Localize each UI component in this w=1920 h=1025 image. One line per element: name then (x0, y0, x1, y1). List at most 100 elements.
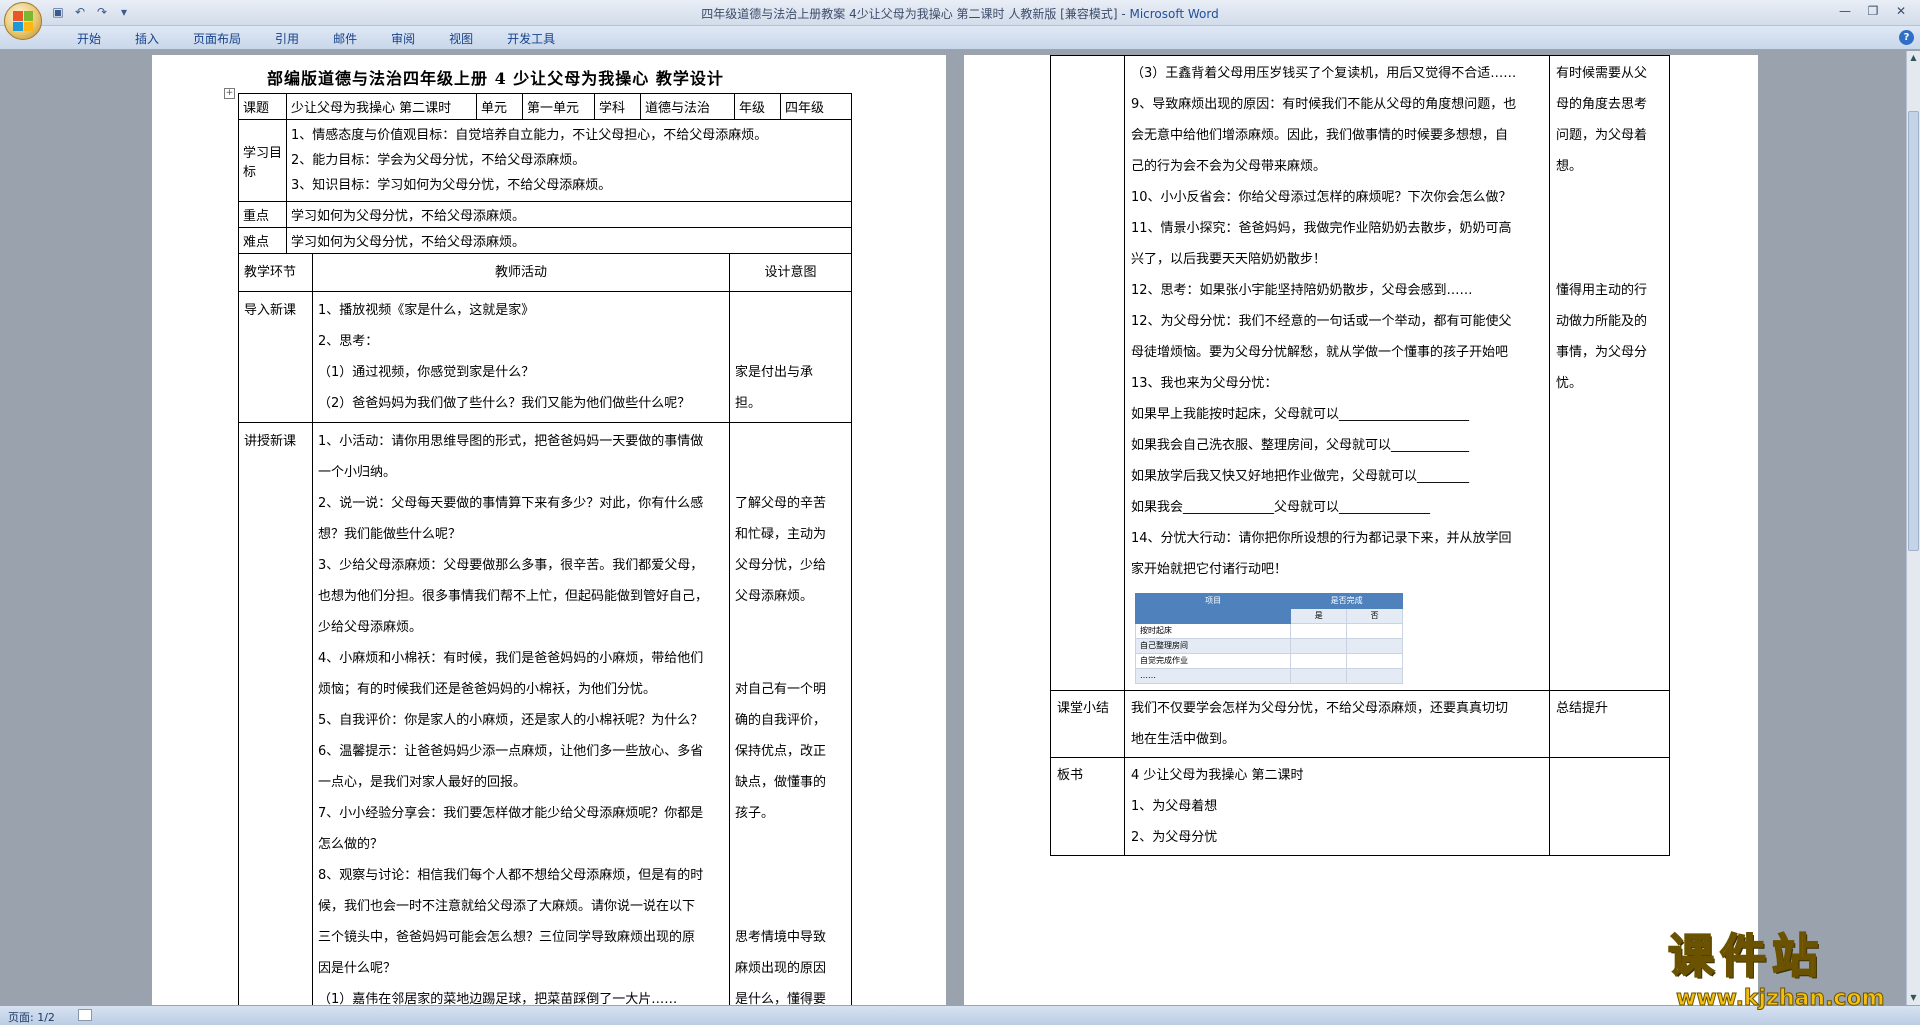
text-line (1556, 461, 1663, 492)
text-line: 一个小归纳。 (318, 465, 397, 480)
proofing-icon[interactable] (78, 1009, 92, 1021)
text-line: 事情，为父母分 (1556, 345, 1648, 360)
grade-value: 四年级 (780, 93, 852, 120)
restore-icon[interactable]: ❐ (1860, 2, 1886, 20)
text-line: 母的角度去思考 (1556, 97, 1648, 112)
text-line: 我们不仅要学会怎样为父母分忧，不给父母添麻烦，还要真真切切 (1131, 701, 1509, 716)
text-line: 了解父母的辛苦 (735, 496, 827, 511)
watermark-url: www.kjzhan.com (1676, 986, 1886, 1012)
text-line (735, 295, 846, 326)
col-header-intent: 设计意图 (729, 253, 852, 292)
text-line: 少给父母添麻烦。 (318, 620, 423, 635)
lesson-table-continued: （3）王鑫背着父母用压岁钱买了个复读机，用后又觉得不合适…… 9、导致麻烦出现的原… (1050, 55, 1670, 856)
text-line: 想。 (1556, 159, 1583, 174)
col-header-stage: 教学环节 (238, 253, 313, 292)
checklist-cell (1346, 638, 1403, 654)
checklist-cell (1290, 668, 1348, 684)
tab-developer[interactable]: 开发工具 (490, 30, 572, 47)
text-line: 14、分忧大行动：请你把你所设想的行为都记录下来，并从放学回 (1131, 531, 1512, 546)
text-line: 想？我们能做些什么呢？ (318, 527, 462, 542)
text-line: （2）爸爸妈妈为我们做了些什么？我们又能为他们做些什么呢？ (318, 396, 691, 411)
checklist-col-item: 项目 (1134, 593, 1292, 624)
text-line: 父母添麻烦。 (735, 589, 814, 604)
text-line: 地在生活中做到。 (1131, 732, 1236, 747)
text-line: 1、为父母着想 (1131, 799, 1218, 814)
goal-line: 2、能力目标：学会为父母分忧，不给父母添麻烦。 (291, 153, 586, 168)
text-line (735, 612, 846, 643)
header-table: 课题 少让父母为我操心 第二课时 单元 第一单元 学科 道德与法治 年级 四年级… (238, 93, 852, 254)
lesson-table: 教学环节 教师活动 设计意图 导入新课 1、播放视频《家是什么，这就是家》 2、… (238, 253, 852, 1005)
lecture-intent: 了解父母的辛苦 和忙碌，主动为 父母分忧，少给 父母添麻烦。 对自己有一个明 确的自我评… (729, 422, 852, 1005)
document-workspace: + 部编版道德与法治四年级上册 4 少让父母为我操心 教学设计 课题 少让父母为… (0, 51, 1906, 1005)
text-line: 如果早上我能按时起床，父母就可以____________________ (1131, 407, 1470, 422)
text-line: 家开始就把它付诸行动吧！ (1131, 562, 1288, 577)
text-line: 如果我会______________父母就可以______________ (1131, 500, 1431, 515)
window-controls: — ❐ ✕ (1832, 2, 1914, 20)
tab-references[interactable]: 引用 (258, 30, 316, 47)
intro-label: 导入新课 (238, 291, 313, 423)
tab-view[interactable]: 视图 (432, 30, 490, 47)
text-line: 因是什么呢？ (318, 961, 397, 976)
help-icon[interactable]: ? (1899, 30, 1914, 45)
lecture-label: 讲授新课 (238, 422, 313, 1005)
col-header-activity: 教师活动 (312, 253, 730, 292)
goal-line: 1、情感态度与价值观目标：自觉培养自立能力，不让父母担心，不给父母添麻烦。 (291, 128, 768, 143)
text-line (1556, 213, 1663, 244)
tab-page-layout[interactable]: 页面布局 (176, 30, 258, 47)
topic-label: 课题 (238, 93, 287, 120)
tab-home[interactable]: 开始 (60, 30, 118, 47)
tab-insert[interactable]: 插入 (118, 30, 176, 47)
text-line: （1）嘉伟在邻居家的菜地边踢足球，把菜苗踩倒了一大片…… (318, 992, 678, 1005)
goal-line: 3、知识目标：学习如何为父母分忧，不给父母添麻烦。 (291, 178, 612, 193)
text-line: 懂得用主动的行 (1556, 283, 1648, 298)
document-page-1[interactable]: + 部编版道德与法治四年级上册 4 少让父母为我操心 教学设计 课题 少让父母为… (152, 55, 946, 1005)
table-move-handle-icon[interactable]: + (224, 88, 235, 99)
text-line (1556, 492, 1663, 523)
text-line: 家是付出与承 (735, 365, 814, 380)
scroll-down-icon[interactable]: ▼ (1907, 991, 1920, 1005)
checklist-cell (1290, 623, 1348, 639)
text-line (735, 426, 846, 457)
text-line: 保持优点，改正 (735, 744, 827, 759)
checklist-table: 项目 是否完成 是 否 按时起床 自己整理房间 自觉完成作业 …… (1134, 593, 1403, 684)
document-title: 四年级道德与法治上册教案 4少让父母为我操心 第二课时 人教新版 [兼容模式] … (701, 7, 1130, 21)
text-line (1556, 430, 1663, 461)
text-line: 问题，为父母着 (1556, 128, 1648, 143)
text-line: 11、情景小探究：爸爸妈妈，我做完作业陪奶奶去散步，奶奶可高 (1131, 221, 1512, 236)
minimize-icon[interactable]: — (1832, 2, 1858, 20)
checklist-row: 自己整理房间 (1134, 638, 1292, 654)
summary-label: 课堂小结 (1050, 690, 1125, 758)
checklist-cell (1346, 653, 1403, 669)
document-page-2[interactable]: （3）王鑫背着父母用压岁钱买了个复读机，用后又觉得不合适…… 9、导致麻烦出现的原… (964, 55, 1758, 1005)
text-line: 9、导致麻烦出现的原因：有时候我们不能从父母的角度想问题，也 (1131, 97, 1517, 112)
topic-value: 少让父母为我操心 第二课时 (286, 93, 477, 120)
continued-activity: （3）王鑫背着父母用压岁钱买了个复读机，用后又觉得不合适…… 9、导致麻烦出现的原… (1124, 55, 1550, 691)
text-line: 对自己有一个明 (735, 682, 827, 697)
checklist-row: 按时起床 (1134, 623, 1292, 639)
page-indicator[interactable]: 页面: 1/2 (8, 1009, 55, 1025)
text-line: 忧。 (1556, 376, 1583, 391)
office-button[interactable] (4, 2, 42, 40)
grade-label: 年级 (734, 93, 781, 120)
text-line: 烦恼；有的时候我们还是爸爸妈妈的小棉袄，为他们分忧。 (318, 682, 657, 697)
text-line: 2、思考： (318, 334, 379, 349)
text-line: 6、温馨提示：让爸爸妈妈少添一点麻烦，让他们多一些放心、多省 (318, 744, 704, 759)
text-line: 候，我们也会一时不注意就给父母添了大麻烦。请你说一说在以下 (318, 899, 696, 914)
vertical-scrollbar[interactable]: ▲ ▼ (1906, 51, 1920, 1005)
scroll-up-icon[interactable]: ▲ (1907, 51, 1920, 65)
close-icon[interactable]: ✕ (1888, 2, 1914, 20)
checklist-cell (1346, 668, 1403, 684)
text-line: 1、播放视频《家是什么，这就是家》 (318, 303, 535, 318)
text-line: （3）王鑫背着父母用压岁钱买了个复读机，用后又觉得不合适…… (1131, 66, 1517, 81)
scroll-thumb[interactable] (1908, 111, 1919, 551)
text-line: 4、小麻烦和小棉袄：有时候，我们是爸爸妈妈的小麻烦，带给他们 (318, 651, 704, 666)
difficulty-value: 学习如何为父母分忧，不给父母添麻烦。 (286, 227, 852, 254)
text-line (735, 643, 846, 674)
text-line: 4 少让父母为我操心 第二课时 (1131, 768, 1304, 783)
tab-mailings[interactable]: 邮件 (316, 30, 374, 47)
text-line: 13、我也来为父母分忧： (1131, 376, 1278, 391)
tab-review[interactable]: 审阅 (374, 30, 432, 47)
text-line (1556, 244, 1663, 275)
text-line: 父母分忧，少给 (735, 558, 827, 573)
text-line: 有时候需要从父 (1556, 66, 1648, 81)
